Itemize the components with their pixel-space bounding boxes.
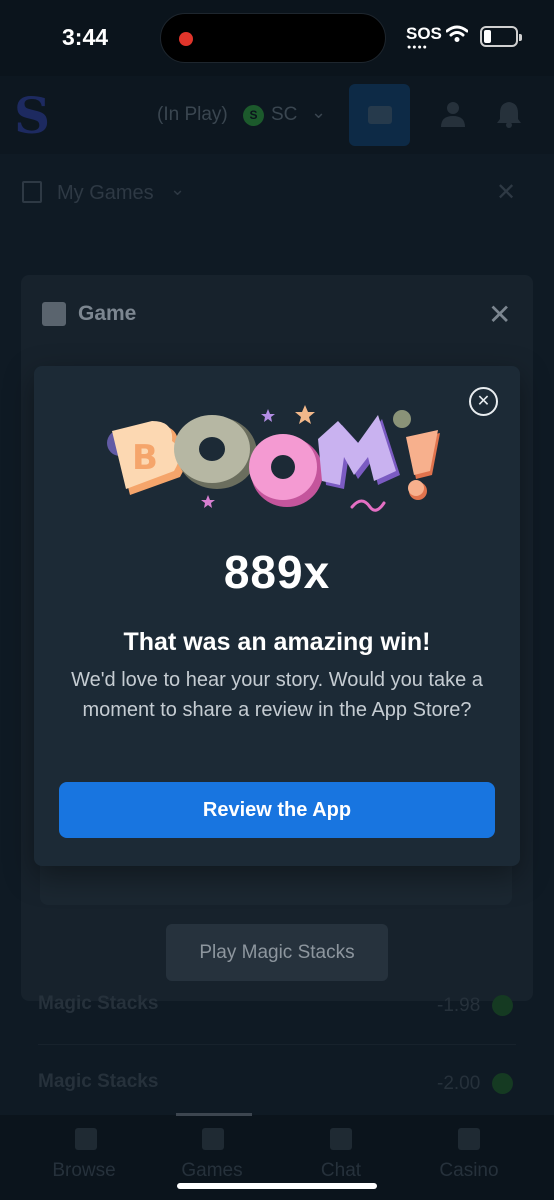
battery-icon xyxy=(480,26,522,47)
carrier-label: SOS xyxy=(406,24,442,43)
user-icon[interactable] xyxy=(440,100,466,128)
my-games-label[interactable]: My Games xyxy=(57,182,154,205)
svg-text:B: B xyxy=(132,438,158,478)
win-multiplier: 889x xyxy=(223,546,331,598)
history-game-name[interactable]: Magic Stacks xyxy=(38,993,158,1015)
play-game-button[interactable]: Play Magic Stacks xyxy=(166,924,388,981)
boom-illustration: B xyxy=(107,405,440,512)
chevron-down-icon[interactable]: ⌄ xyxy=(311,102,326,123)
chevron-down-icon[interactable]: ⌄ xyxy=(170,179,185,200)
close-icon[interactable]: ✕ xyxy=(488,298,511,331)
casino-icon xyxy=(458,1128,480,1150)
wallet-button[interactable] xyxy=(349,84,410,146)
history-amount: -2.00 xyxy=(437,1073,481,1094)
signal-dots-icon: ●●●● xyxy=(407,44,428,51)
home-indicator[interactable] xyxy=(177,1183,377,1189)
games-icon xyxy=(202,1128,224,1150)
dynamic-island xyxy=(160,13,386,63)
receipt-icon xyxy=(42,302,66,326)
sc-coin-icon: S xyxy=(243,105,264,126)
active-tab-indicator xyxy=(176,1113,252,1116)
close-icon[interactable]: ✕ xyxy=(496,178,516,207)
modal-headline: That was an amazing win! xyxy=(123,628,431,656)
chat-icon xyxy=(330,1128,352,1150)
browse-icon xyxy=(75,1128,97,1150)
tab-browse[interactable]: Browse xyxy=(34,1160,134,1182)
receipt-icon xyxy=(22,181,42,203)
history-amount: -1.98 xyxy=(437,995,481,1016)
status-time: 3:44 xyxy=(62,24,109,50)
close-icon[interactable]: ✕ xyxy=(469,387,498,416)
wallet-icon xyxy=(368,106,392,124)
review-app-button[interactable]: Review the App xyxy=(59,782,495,838)
app-logo[interactable]: S xyxy=(14,86,50,145)
tab-casino[interactable]: Casino xyxy=(419,1160,519,1182)
tab-chat[interactable]: Chat xyxy=(291,1160,391,1182)
history-game-name[interactable]: Magic Stacks xyxy=(38,1071,158,1093)
recording-indicator-icon xyxy=(179,32,193,46)
in-play-label: (In Play) xyxy=(157,104,228,125)
bell-icon[interactable] xyxy=(496,100,522,128)
game-panel-title: Game xyxy=(78,302,137,325)
sc-coin-icon xyxy=(492,995,513,1016)
divider xyxy=(38,1044,516,1045)
tab-games[interactable]: Games xyxy=(162,1160,262,1182)
modal-body-text: We'd love to hear your story. Would you … xyxy=(71,669,483,721)
sc-coin-icon xyxy=(492,1073,513,1094)
wifi-icon xyxy=(446,25,468,42)
currency-selector[interactable]: SC xyxy=(271,104,297,126)
